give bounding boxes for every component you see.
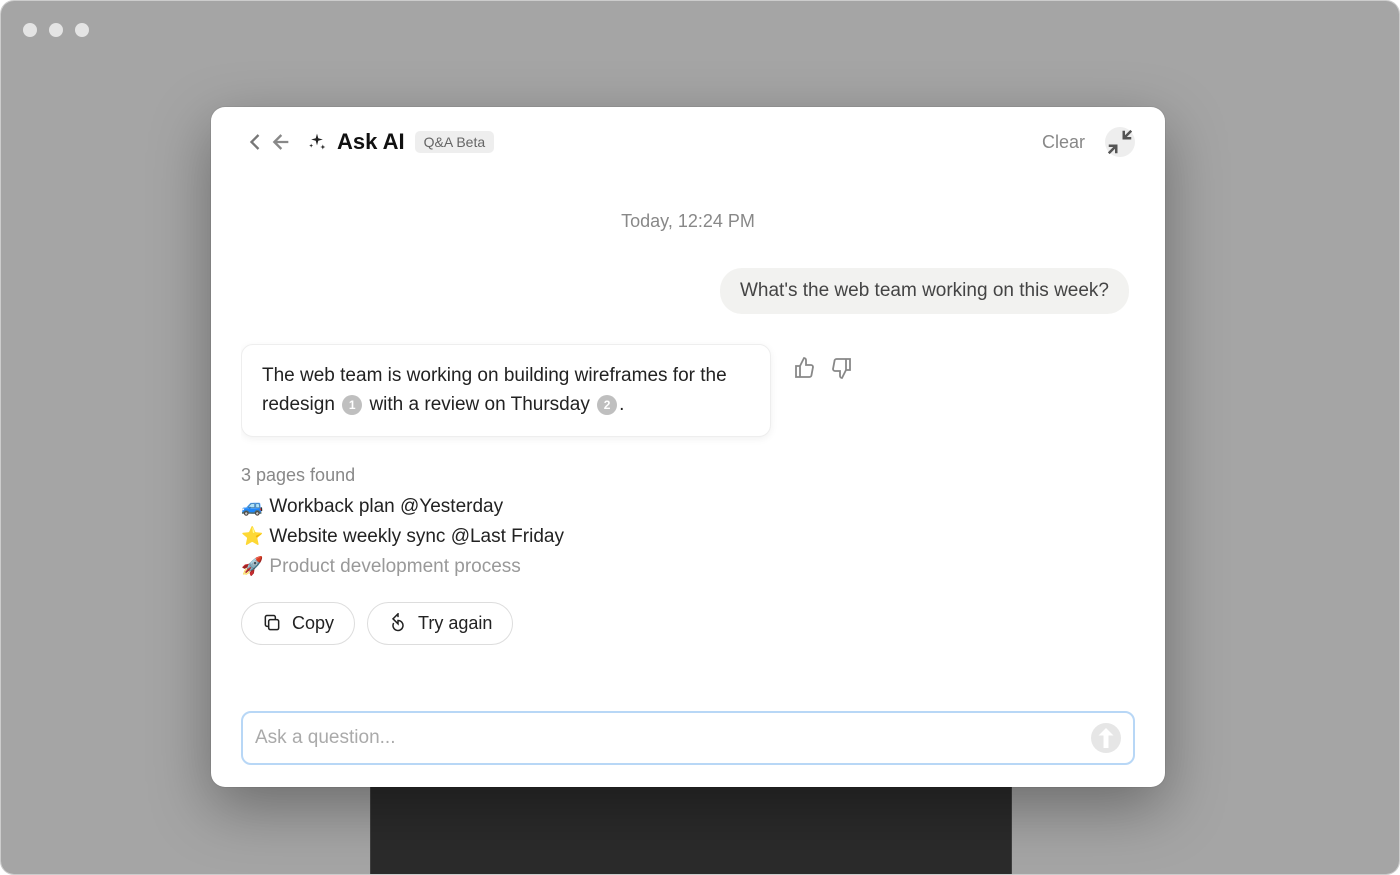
citation-2[interactable]: 2	[597, 395, 617, 415]
feedback-buttons	[793, 356, 853, 380]
user-message: What's the web team working on this week…	[720, 268, 1129, 314]
traffic-light-zoom[interactable]	[75, 23, 89, 37]
copy-icon	[262, 613, 282, 633]
ai-text-part-2: with a review on Thursday	[364, 394, 595, 415]
question-input-row	[241, 711, 1135, 765]
ai-message: The web team is working on building wire…	[241, 344, 771, 437]
modal-title-group: Ask AI Q&A Beta	[307, 129, 494, 155]
retry-icon	[388, 613, 408, 633]
traffic-light-close[interactable]	[23, 23, 37, 37]
modal-title: Ask AI	[337, 129, 405, 155]
star-emoji-icon: ⭐	[241, 526, 263, 547]
modal-body: Today, 12:24 PM What's the web team work…	[241, 167, 1135, 765]
thumbs-up-button[interactable]	[793, 356, 817, 380]
citation-1[interactable]: 1	[342, 395, 362, 415]
ask-ai-modal: Ask AI Q&A Beta Clear Today, 12:24 PM Wh…	[211, 107, 1165, 787]
try-again-button[interactable]: Try again	[367, 602, 513, 645]
sources-count-label: 3 pages found	[241, 465, 1135, 486]
ai-response-row: The web team is working on building wire…	[241, 344, 1135, 437]
car-emoji-icon: 🚙	[241, 496, 263, 517]
send-button[interactable]	[1091, 723, 1121, 753]
traffic-light-minimize[interactable]	[49, 23, 63, 37]
app-frame: La Pro Bra We We Wo	[0, 0, 1400, 875]
source-item-label: Website weekly sync @Last Friday	[269, 526, 564, 548]
try-again-button-label: Try again	[418, 613, 492, 634]
thumbs-down-button[interactable]	[829, 356, 853, 380]
ai-text-part-3: .	[619, 394, 624, 415]
sparkle-icon	[307, 132, 327, 152]
collapse-button[interactable]	[1105, 127, 1135, 157]
window-controls	[23, 23, 89, 37]
source-item-label: Product development process	[269, 556, 520, 578]
sources-section: 3 pages found 🚙 Workback plan @Yesterday…	[241, 465, 1135, 578]
response-actions: Copy Try again	[241, 602, 1135, 645]
source-item[interactable]: ⭐ Website weekly sync @Last Friday	[241, 526, 1135, 548]
copy-button-label: Copy	[292, 613, 334, 634]
arrow-left-icon	[265, 128, 293, 156]
copy-button[interactable]: Copy	[241, 602, 355, 645]
source-item-label: Workback plan @Yesterday	[269, 496, 503, 518]
source-item[interactable]: 🚙 Workback plan @Yesterday	[241, 496, 1135, 518]
modal-header: Ask AI Q&A Beta Clear	[241, 127, 1135, 157]
sources-list: 🚙 Workback plan @Yesterday ⭐ Website wee…	[241, 496, 1135, 578]
chat-area: What's the web team working on this week…	[241, 256, 1135, 645]
beta-badge: Q&A Beta	[415, 131, 494, 153]
clear-button[interactable]: Clear	[1036, 128, 1091, 157]
rocket-emoji-icon: 🚀	[241, 556, 263, 577]
conversation-timestamp: Today, 12:24 PM	[241, 211, 1135, 232]
question-input[interactable]	[255, 727, 1091, 749]
source-item[interactable]: 🚀 Product development process	[241, 556, 1135, 578]
